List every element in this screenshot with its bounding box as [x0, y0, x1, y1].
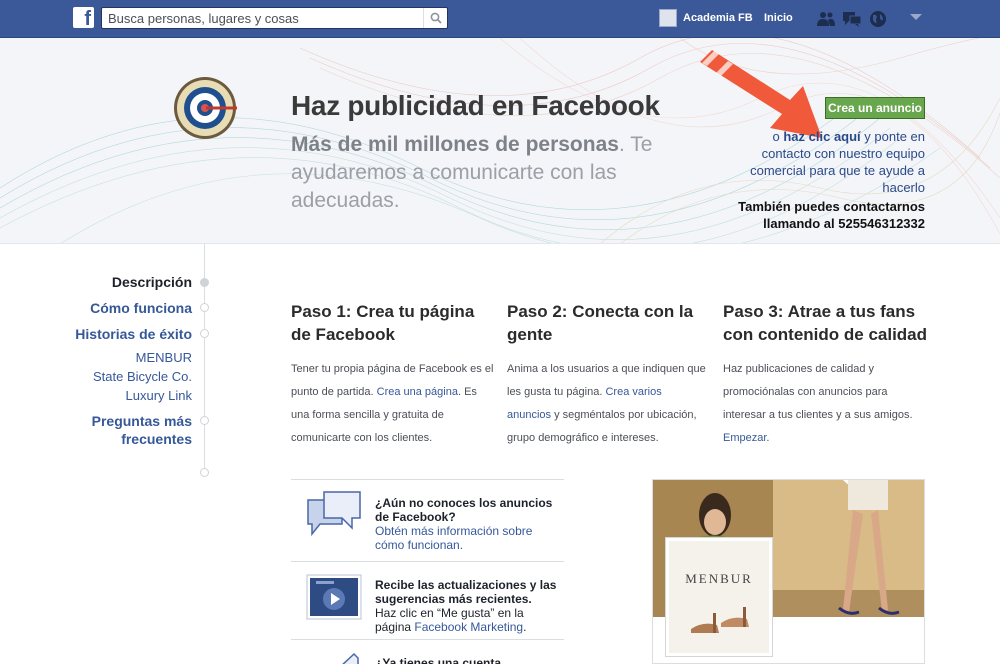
- brand-name: MENBUR: [685, 571, 753, 586]
- profile-link[interactable]: Academia FB: [659, 9, 753, 27]
- info-heading: ¿Aún no conoces los anuncios de Facebook…: [375, 496, 553, 524]
- step-2: Paso 2: Conecta con la gente Anima a los…: [507, 300, 707, 450]
- step-title: Paso 1: Crea tu página de Facebook: [291, 302, 475, 344]
- arrow-graphic: [700, 50, 822, 138]
- step-title: Paso 2: Conecta con la gente: [507, 302, 694, 344]
- info-heading: ¿Ya tienes una cuenta: [375, 656, 502, 664]
- create-page-link[interactable]: Crea una página: [377, 386, 458, 398]
- info-row-updates: Recibe las actualizaciones y las sugeren…: [291, 561, 564, 639]
- facebook-logo-icon[interactable]: f: [73, 7, 94, 28]
- home-link[interactable]: Inicio: [764, 12, 793, 24]
- contact-sales-text: o haz clic aquí y ponte en contacto con …: [750, 129, 925, 195]
- timeline-dot-active: [200, 278, 209, 287]
- step-3: Paso 3: Atrae a tus fans con contenido d…: [723, 300, 928, 450]
- ad-page-logo: MENBUR: [665, 537, 773, 657]
- bullseye-target-icon: [174, 77, 237, 139]
- sidebar-item-preguntas[interactable]: Preguntas más frecuentes: [92, 412, 192, 448]
- account-menu-caret-icon[interactable]: [910, 14, 922, 20]
- step-body: Anima a los usuarios a que indiquen que …: [507, 363, 706, 444]
- step-body: Tener tu propia página de Facebook es el…: [291, 363, 494, 444]
- speech-bubbles-icon: [307, 491, 361, 537]
- learn-more-link[interactable]: Obtén más información sobre cómo funcion…: [375, 524, 560, 552]
- sidebar-subitem-state-bicycle[interactable]: State Bicycle Co.: [93, 367, 192, 386]
- account-icon: [342, 652, 359, 664]
- phone-contact-text: También puedes contactarnos llamando al …: [738, 199, 925, 231]
- avatar: [659, 9, 677, 27]
- profile-name: Academia FB: [683, 12, 753, 24]
- shoes-image: [691, 607, 749, 633]
- friend-requests-icon[interactable]: [816, 9, 836, 29]
- notifications-globe-icon[interactable]: [868, 9, 888, 29]
- sample-ad-preview[interactable]: MENBUR: [652, 479, 925, 664]
- search-input[interactable]: [102, 8, 422, 28]
- search-button[interactable]: [423, 8, 447, 28]
- search-icon: [430, 12, 442, 24]
- top-navigation-bar: f Academia FB Inicio: [0, 0, 1000, 38]
- info-heading: Recibe las actualizaciones y las sugeren…: [375, 578, 557, 606]
- hero-banner: Haz publicidad en Facebook Más de mil mi…: [0, 38, 1000, 244]
- timeline-dot: [200, 329, 209, 338]
- step-title: Paso 3: Atrae a tus fans con contenido d…: [723, 302, 928, 344]
- timeline-dot: [200, 468, 209, 477]
- sidebar-item-historias[interactable]: Historias de éxito: [75, 325, 192, 343]
- page-subtitle: Más de mil millones de personas. Te ayud…: [291, 133, 653, 212]
- sidebar-item-como-funciona[interactable]: Cómo funciona: [90, 299, 192, 317]
- facebook-marketing-page-icon: [306, 574, 362, 620]
- step-body: Haz publicaciones de calidad y promoción…: [723, 363, 913, 444]
- facebook-marketing-link[interactable]: Facebook Marketing: [414, 620, 523, 634]
- search-box: [101, 7, 448, 29]
- info-row-existing-account: ¿Ya tienes una cuenta: [291, 639, 564, 664]
- messages-icon[interactable]: [842, 9, 862, 29]
- info-row-learn-ads: ¿Aún no conoces los anuncios de Facebook…: [291, 479, 564, 561]
- step-1: Paso 1: Crea tu página de Facebook Tener…: [291, 300, 496, 450]
- timeline-dot: [200, 303, 209, 312]
- get-started-link[interactable]: Empezar: [723, 432, 766, 444]
- sidebar-subitem-luxury-link[interactable]: Luxury Link: [126, 386, 192, 405]
- timeline-dot: [200, 416, 209, 425]
- page-title: Haz publicidad en Facebook: [291, 90, 660, 121]
- sidebar-subitem-menbur[interactable]: MENBUR: [136, 348, 192, 367]
- sidebar-item-descripcion[interactable]: Descripción: [112, 273, 192, 291]
- create-ad-button[interactable]: Crea un anuncio: [825, 97, 925, 119]
- click-here-link[interactable]: haz clic aquí: [783, 129, 860, 144]
